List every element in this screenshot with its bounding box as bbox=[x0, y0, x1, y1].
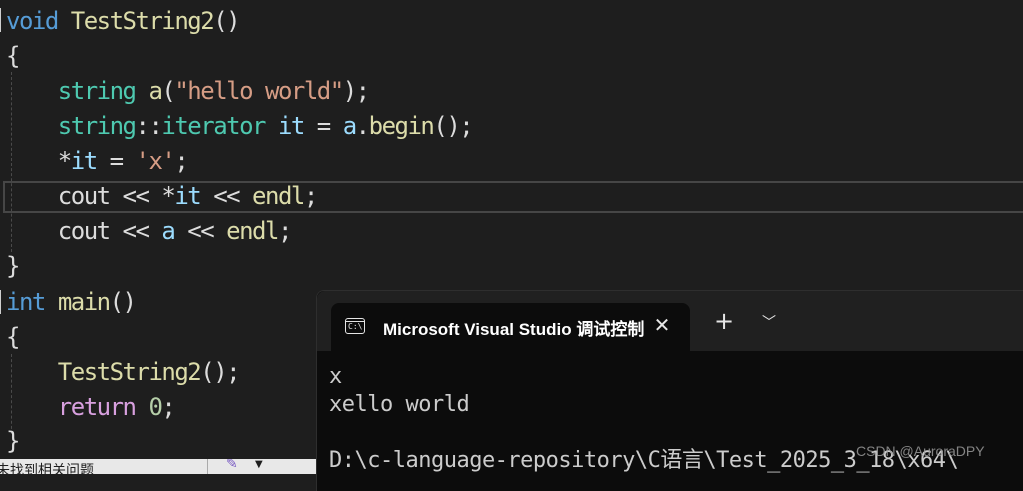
function-name: main bbox=[57, 288, 111, 316]
operator: * bbox=[57, 147, 72, 175]
punctuation: ( bbox=[161, 77, 175, 105]
code-line-5[interactable]: *it = 'x'; bbox=[6, 144, 189, 179]
console-window[interactable]: C:\ Microsoft Visual Studio 调试控制台 ✕ + ﹀ … bbox=[316, 290, 1023, 491]
variable: a bbox=[148, 77, 162, 105]
code-line-2[interactable]: { bbox=[6, 39, 20, 74]
operator: << bbox=[109, 182, 162, 210]
operator: * bbox=[161, 182, 175, 210]
code-line-7[interactable]: cout << a << endl; bbox=[6, 214, 293, 249]
type-name: string bbox=[57, 77, 137, 105]
watermark: CSDN @AuroraDPY bbox=[856, 443, 985, 459]
variable: a bbox=[161, 217, 175, 245]
variable: it bbox=[70, 147, 98, 175]
scope-operator: :: bbox=[135, 112, 163, 140]
chevron-down-icon[interactable]: ﹀ bbox=[757, 311, 781, 335]
function-name: endl bbox=[226, 217, 279, 245]
code-line-3[interactable]: string a("hello world"); bbox=[6, 74, 370, 109]
open-brace: { bbox=[6, 323, 20, 351]
fold-marker[interactable] bbox=[0, 290, 1, 314]
punctuation: ; bbox=[277, 217, 292, 245]
code-line-11[interactable]: TestString2(); bbox=[6, 355, 241, 390]
function-name: endl bbox=[252, 182, 305, 210]
function-name: begin bbox=[368, 112, 435, 140]
function-name: TestString2 bbox=[70, 7, 215, 35]
chevron-down-icon[interactable]: ▼ bbox=[255, 459, 263, 470]
console-output-line: x bbox=[329, 364, 342, 389]
punctuation: ; bbox=[161, 393, 175, 421]
status-bar: 未找到相关问题 ✎ ▼ bbox=[0, 459, 316, 474]
plus-icon[interactable]: + bbox=[711, 309, 737, 335]
type-name: iterator bbox=[161, 112, 266, 140]
string-literal: "hello world" bbox=[174, 77, 344, 105]
status-divider bbox=[207, 459, 208, 474]
tab-title: Microsoft Visual Studio 调试控制台 bbox=[383, 320, 645, 339]
punctuation: () bbox=[213, 7, 240, 35]
char-literal: 'x' bbox=[135, 147, 176, 175]
variable: it bbox=[174, 182, 201, 210]
operator: = bbox=[303, 112, 343, 140]
operator: << bbox=[109, 217, 162, 245]
fold-marker[interactable] bbox=[0, 8, 1, 32]
operator: << bbox=[174, 217, 227, 245]
brush-icon[interactable]: ✎ bbox=[226, 459, 238, 472]
identifier: cout bbox=[57, 217, 111, 245]
type-name: string bbox=[57, 112, 137, 140]
console-output-line: xello world bbox=[329, 392, 470, 417]
code-line-10[interactable]: { bbox=[6, 320, 20, 355]
code-line-4[interactable]: string::iterator it = a.begin(); bbox=[6, 109, 474, 144]
close-brace: } bbox=[6, 427, 20, 455]
code-line-9[interactable]: int main() bbox=[6, 285, 137, 320]
variable: a bbox=[342, 112, 357, 140]
tab-bar: C:\ Microsoft Visual Studio 调试控制台 ✕ + ﹀ bbox=[317, 291, 1023, 351]
terminal-icon-label: C:\ bbox=[348, 322, 363, 331]
code-line-1[interactable]: void TestString2() bbox=[6, 4, 241, 39]
punctuation: ; bbox=[303, 182, 318, 210]
code-line-8[interactable]: } bbox=[6, 249, 20, 284]
operator: << bbox=[200, 182, 253, 210]
operator: = bbox=[96, 147, 136, 175]
open-brace: { bbox=[6, 42, 20, 70]
keyword: void bbox=[6, 7, 59, 35]
punctuation: (); bbox=[200, 358, 240, 386]
number-literal: 0 bbox=[148, 393, 162, 421]
close-brace: } bbox=[6, 252, 20, 280]
punctuation: ; bbox=[174, 147, 188, 175]
terminal-icon: C:\ bbox=[345, 318, 365, 334]
code-line-12[interactable]: return 0; bbox=[6, 390, 176, 425]
code-line-13[interactable]: } bbox=[6, 424, 20, 459]
punctuation: () bbox=[109, 288, 137, 316]
identifier: cout bbox=[57, 182, 111, 210]
tab-debug-console[interactable]: C:\ Microsoft Visual Studio 调试控制台 ✕ bbox=[331, 303, 690, 351]
keyword: return bbox=[57, 393, 137, 421]
punctuation: ); bbox=[342, 77, 370, 105]
close-icon[interactable]: ✕ bbox=[649, 312, 675, 338]
issues-status[interactable]: 未找到相关问题 bbox=[0, 460, 94, 474]
variable: it bbox=[277, 112, 305, 140]
code-line-6[interactable]: cout << *it << endl; bbox=[6, 179, 318, 214]
punctuation: (); bbox=[433, 112, 473, 140]
function-name: TestString2 bbox=[57, 358, 202, 386]
punctuation: . bbox=[355, 112, 370, 140]
keyword: int bbox=[6, 288, 46, 316]
